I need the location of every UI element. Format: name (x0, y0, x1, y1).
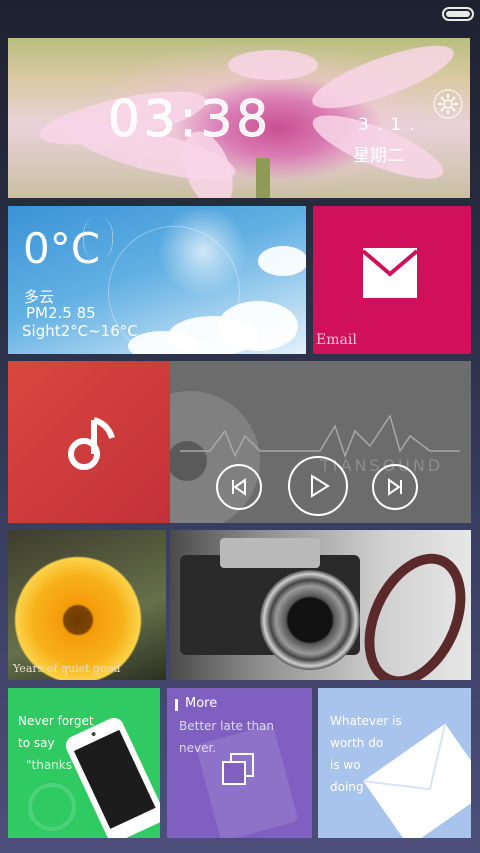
envelope-icon (363, 723, 471, 838)
clock-time: 03:38 (107, 90, 273, 149)
green-note-line-2: to say (18, 736, 55, 750)
battery-icon (442, 7, 474, 21)
clock-date: 3.1. (358, 115, 423, 135)
weather-pm25: PM2.5 85 (26, 304, 96, 322)
play-icon (311, 474, 330, 498)
email-label: Email (316, 332, 357, 348)
weather-range: Sight2°C~16°C (22, 322, 138, 340)
weather-tile[interactable]: 0°C 多云 PM2.5 85 Sight2°C~16°C (8, 206, 306, 354)
camera-lens (260, 570, 360, 670)
blue-note-tile[interactable]: Whatever is worth do is wo doing (318, 688, 471, 838)
phone-icon (65, 717, 160, 838)
photo-caption: Years of quiet good (13, 662, 121, 675)
clock-tile[interactable]: 03:38 3.1. 星期二 (8, 38, 470, 198)
music-tile[interactable] (8, 361, 170, 523)
previous-icon (232, 478, 246, 496)
clock-weekday: 星期二 (353, 146, 404, 166)
sunflower-photo-tile[interactable]: Years of quiet good (8, 530, 166, 680)
next-icon (388, 478, 402, 496)
music-note-icon (68, 417, 115, 470)
sun-icon (158, 206, 248, 296)
more-label: More (185, 696, 218, 711)
previous-button[interactable] (216, 464, 262, 510)
player-tile[interactable]: TIANSOUND (170, 361, 471, 523)
dandelion-icon (83, 218, 113, 258)
copy-icon (222, 753, 254, 785)
email-tile[interactable]: Email (313, 206, 471, 354)
play-button[interactable] (288, 456, 348, 516)
film-reel (344, 537, 471, 680)
next-button[interactable] (372, 464, 418, 510)
mail-icon (363, 248, 417, 298)
green-note-tile[interactable]: Never forget to say "thanks" (8, 688, 160, 838)
more-tile[interactable]: More Better late than never. (167, 688, 312, 838)
settings-gear-icon[interactable] (432, 88, 464, 120)
camera-photo-tile[interactable] (170, 530, 471, 680)
